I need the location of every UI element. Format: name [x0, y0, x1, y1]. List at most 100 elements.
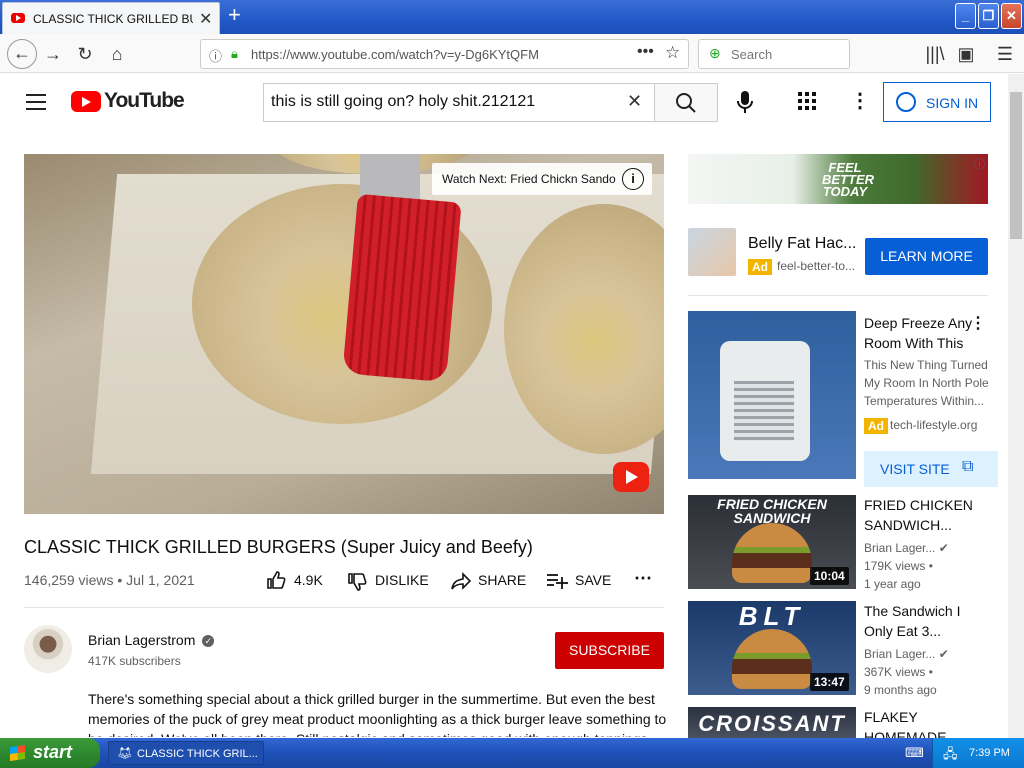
reload-icon[interactable]: ↻ [72, 42, 98, 68]
youtube-favicon-icon [11, 13, 25, 23]
youtube-watermark-icon[interactable] [613, 462, 649, 492]
tab-title: CLASSIC THICK GRILLED BURGERS (Super Jui… [33, 12, 193, 26]
ad-more-options-icon[interactable]: ⋮ [970, 313, 986, 333]
clock[interactable]: 7:39 PM [969, 747, 1010, 759]
video-channel-name[interactable]: Brian Lager... [864, 541, 935, 555]
search-engine-icon: ⊕ [709, 45, 721, 61]
search-placeholder: Search [731, 47, 773, 62]
channel-avatar[interactable] [24, 625, 72, 673]
microphone-icon[interactable] [736, 90, 754, 120]
url-text[interactable]: https://www.youtube.com/watch?v=y-Dg6KYt… [251, 47, 539, 62]
address-bar[interactable]: ⓘ 🔒︎ https://www.youtube.com/watch?v=y-D… [200, 39, 689, 69]
video-frame-brush [342, 193, 462, 383]
video-views: 179K views • [864, 559, 933, 573]
home-icon[interactable]: ⌂ [104, 42, 130, 68]
lock-icon: 🔒︎ [231, 46, 238, 61]
subscriber-count: 417K subscribers [88, 654, 181, 668]
video-channel[interactable]: Brian Lager... ✔ [864, 645, 949, 663]
ad-title[interactable]: Deep Freeze Any Room With This [864, 313, 974, 353]
ad-banner[interactable]: FEEL BETTER TODAY ⓘ [688, 154, 988, 204]
window-close-button[interactable]: ✕ [1001, 3, 1022, 29]
system-tray: 🖧 7:39 PM [932, 738, 1024, 768]
external-link-icon: ⧉ [962, 458, 974, 475]
ad-banner-text: FEEL BETTER TODAY [822, 160, 874, 199]
video-description: There's something special about a thick … [88, 691, 667, 737]
library-icon[interactable]: |||\ [922, 42, 948, 68]
keyboard-icon[interactable]: ⌨ [905, 745, 924, 761]
forward-arrow-icon[interactable]: → [40, 42, 66, 68]
network-icon[interactable]: 🖧 [943, 745, 958, 767]
video-title[interactable]: FLAKEY HOMEMADE [864, 707, 986, 738]
thumbnail-burger [732, 523, 812, 583]
account-icon [896, 92, 916, 112]
windows-logo-icon [10, 744, 25, 762]
video-duration: 13:47 [810, 673, 849, 691]
browser-menu-icon[interactable]: ☰ [992, 42, 1018, 68]
ad-thumbnail[interactable] [688, 311, 856, 479]
video-title[interactable]: FRIED CHICKEN SANDWICH... [864, 495, 986, 535]
youtube-logo-icon[interactable] [71, 91, 101, 112]
back-arrow-icon[interactable]: ← [7, 39, 37, 69]
watch-next-label: Watch Next: Fried Chickn Sando [442, 172, 616, 186]
browser-tab[interactable]: CLASSIC THICK GRILLED BURGERS (Super Jui… [2, 2, 220, 34]
channel-name-text[interactable]: Brian Lagerstrom [88, 632, 195, 648]
page-actions-icon[interactable]: ••• [637, 43, 654, 61]
ad-description: This New Thing Turned My Room In North P… [864, 358, 989, 408]
scrollbar-thumb[interactable] [1010, 92, 1022, 239]
video-player[interactable]: Watch Next: Fried Chickn Sando i [24, 154, 664, 514]
browser-toolbar: ← → ↻ ⌂ ⓘ 🔒︎ https://www.youtube.com/wat… [0, 34, 1024, 73]
share-icon [451, 572, 471, 590]
hamburger-menu-icon[interactable] [26, 94, 46, 115]
ad-badge: Ad [748, 259, 772, 275]
dislike-label: DISLIKE [375, 572, 429, 588]
info-icon[interactable]: i [622, 168, 644, 190]
more-options-icon[interactable]: ⋮ [850, 88, 870, 113]
thumbnail-text: CROISSANT [698, 711, 846, 736]
ad-thumbnail[interactable] [688, 228, 736, 276]
watch-next-card[interactable]: Watch Next: Fried Chickn Sando i [432, 163, 652, 195]
verified-check-icon: ✔ [938, 647, 949, 661]
divider [688, 295, 988, 296]
share-label: SHARE [478, 572, 527, 588]
channel-name[interactable]: Brian Lagerstrom ✓ [88, 632, 215, 648]
sign-in-button[interactable]: SIGN IN [883, 82, 991, 122]
video-duration: 10:04 [810, 567, 849, 585]
start-label: start [33, 742, 73, 762]
apps-grid-icon[interactable] [797, 91, 817, 116]
window-minimize-button[interactable]: _ [955, 3, 976, 29]
browser-search-input[interactable]: ⊕ Search [698, 39, 850, 69]
youtube-search-input[interactable]: this is still going on? holy shit.212121… [263, 83, 655, 122]
thumbnail-text: BLT [738, 601, 806, 631]
ad-info-icon[interactable]: ⓘ [974, 156, 985, 172]
tab-close-icon[interactable]: ✕ [199, 9, 212, 29]
search-query: this is still going on? holy shit.212121 [271, 93, 536, 110]
ad-badge: Ad [864, 418, 888, 434]
more-actions-icon[interactable]: ⋯ [634, 568, 652, 589]
sidebar-toggle-icon[interactable]: ▣ [953, 42, 979, 68]
youtube-search-button[interactable] [654, 83, 718, 122]
learn-more-button[interactable]: LEARN MORE [865, 238, 988, 275]
site-info-icon[interactable]: ⓘ [209, 46, 222, 65]
ad-domain: tech-lifestyle.org [890, 418, 978, 432]
video-thumbnail[interactable]: CROISSANT [688, 707, 856, 738]
window-maximize-button[interactable]: ❐ [978, 3, 999, 29]
bookmark-star-icon[interactable]: ☆ [665, 43, 680, 63]
thumbs-down-icon [348, 573, 367, 591]
ad-title[interactable]: Belly Fat Hac... [748, 235, 858, 253]
video-thumbnail[interactable]: BLT 13:47 [688, 601, 856, 695]
video-title[interactable]: The Sandwich I Only Eat 3... [864, 601, 986, 641]
video-channel-name[interactable]: Brian Lager... [864, 647, 935, 661]
video-channel[interactable]: Brian Lager... ✔ [864, 539, 949, 557]
start-button[interactable]: start [0, 738, 100, 768]
video-views: 367K views • [864, 665, 933, 679]
subscribe-button[interactable]: SUBSCRIBE [555, 632, 664, 669]
video-thumbnail[interactable]: FRIED CHICKEN SANDWICH 10:04 [688, 495, 856, 589]
video-age: 9 months ago [864, 683, 937, 697]
visit-site-button[interactable]: VISIT SITE ⧉ [864, 451, 998, 487]
new-tab-button[interactable]: + [228, 2, 241, 28]
clear-search-icon[interactable]: ✕ [627, 91, 642, 112]
sign-in-label: SIGN IN [926, 95, 979, 111]
thumbnail-text: FRIED CHICKEN SANDWICH [717, 496, 827, 526]
taskbar-window-button[interactable]: 🦊︎ CLASSIC THICK GRIL... [108, 741, 264, 765]
youtube-logo-text[interactable]: YouTube [104, 89, 185, 113]
